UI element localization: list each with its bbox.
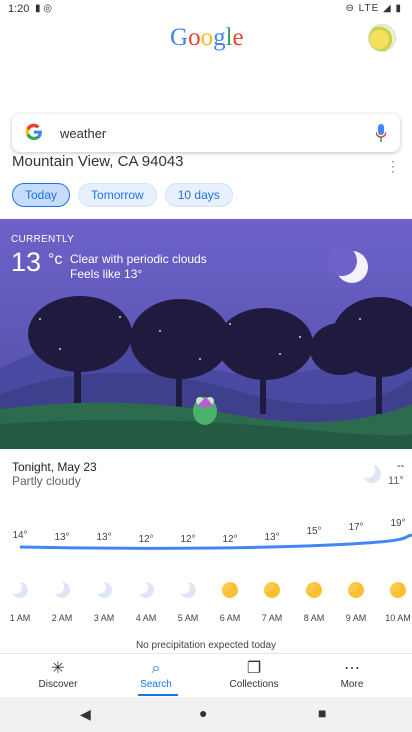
nav-search[interactable]: ⌕ Search <box>116 659 196 690</box>
more-options-icon[interactable]: ⋮ <box>386 158 400 175</box>
hourly-time: 5 AM <box>177 613 199 623</box>
weather-location: Mountain View, CA 94043 <box>12 153 184 170</box>
logo-letter: o <box>200 24 214 51</box>
collections-icon: ❐ <box>246 660 262 677</box>
tonight-high: -- <box>397 460 405 472</box>
tab-10-days[interactable]: 10 days <box>164 183 233 207</box>
hourly-time: 6 AM <box>219 613 241 623</box>
nav-label: Collections <box>229 679 279 690</box>
current-temperature: 13 <box>11 247 42 277</box>
moon-cloud-icon <box>360 462 381 483</box>
feels-like: Feels like 13° <box>70 267 143 281</box>
back-icon[interactable]: ◀ <box>80 706 91 723</box>
hourly-time: 9 AM <box>345 613 367 623</box>
hourly-time: 2 AM <box>51 613 73 623</box>
logo-letter: o <box>188 24 201 51</box>
nav-label: Discover <box>38 679 78 690</box>
system-navigation-bar: ◀ ● ■ <box>0 697 412 732</box>
sun-icon <box>346 580 364 598</box>
status-right: ⊖ LTE ◢ ▮ <box>345 3 402 14</box>
bottom-navigation: ✳ Discover ⌕ Search ❐ Collections ⋯ More <box>0 653 412 697</box>
notification-icons: ▮ ◎ <box>35 3 53 14</box>
precipitation-note: No precipitation expected today <box>135 640 277 651</box>
hourly-time: 8 AM <box>303 613 325 623</box>
moon-icon <box>327 246 368 283</box>
network-label: LTE <box>358 3 380 14</box>
tonight-condition: Partly cloudy <box>12 474 81 488</box>
current-condition: Clear with periodic clouds <box>70 252 207 266</box>
frog-mascot-icon <box>193 397 217 425</box>
temperature-curve <box>19 533 412 550</box>
moon-icon <box>94 580 112 598</box>
logo-letter: g <box>213 24 226 51</box>
tab-tomorrow[interactable]: Tomorrow <box>78 183 157 207</box>
hourly-time: 7 AM <box>261 613 283 623</box>
hourly-time: 4 AM <box>135 613 157 623</box>
hourly-time: 1 AM <box>9 613 31 623</box>
active-tab-indicator <box>138 694 178 696</box>
home-icon[interactable]: ● <box>199 705 207 721</box>
nav-label: Search <box>140 679 172 690</box>
hourly-time: 3 AM <box>93 613 115 623</box>
logo-letter: G <box>170 24 189 51</box>
nav-more[interactable]: ⋯ More <box>312 659 392 690</box>
nav-collections[interactable]: ❐ Collections <box>214 659 294 690</box>
tonight-label: Tonight, May 23 <box>12 460 97 474</box>
logo-letter: e <box>232 24 244 51</box>
moon-icon <box>10 580 28 598</box>
moon-icon <box>52 580 70 598</box>
temperature-unit: °c <box>48 251 63 268</box>
search-query[interactable]: weather <box>60 126 106 141</box>
tonight-low: 11° <box>388 475 404 487</box>
recents-icon[interactable]: ■ <box>318 705 326 721</box>
google-logo: Google <box>170 24 244 52</box>
tab-today[interactable]: Today <box>12 183 71 207</box>
nav-label: More <box>340 679 364 690</box>
sun-icon <box>304 580 322 598</box>
account-avatar[interactable] <box>368 24 396 52</box>
nav-discover[interactable]: ✳ Discover <box>18 659 98 690</box>
moon-icon <box>136 580 154 598</box>
hourly-time: 10 AM <box>385 613 411 623</box>
logo-letter: l <box>225 24 233 51</box>
sun-icon <box>388 580 406 598</box>
search-icon: ⌕ <box>151 660 161 677</box>
forecast-tabs: Today Tomorrow 10 days <box>12 183 233 207</box>
mic-icon[interactable] <box>376 124 386 142</box>
currently-label: CURRENTLY <box>11 234 75 245</box>
sun-icon <box>262 580 280 598</box>
moon-icon <box>178 580 196 598</box>
weather-scene: CURRENTLY 13 °c Clear with periodic clou… <box>0 219 412 449</box>
asterisk-icon: ✳ <box>51 660 65 677</box>
google-g-icon <box>24 122 44 147</box>
status-bar: 1:20 ▮ ◎ ⊖ LTE ◢ ▮ <box>0 0 412 18</box>
more-icon: ⋯ <box>344 660 360 677</box>
search-bar[interactable]: weather <box>12 114 400 152</box>
status-time: 1:20 <box>8 3 30 15</box>
sun-icon <box>220 580 238 598</box>
